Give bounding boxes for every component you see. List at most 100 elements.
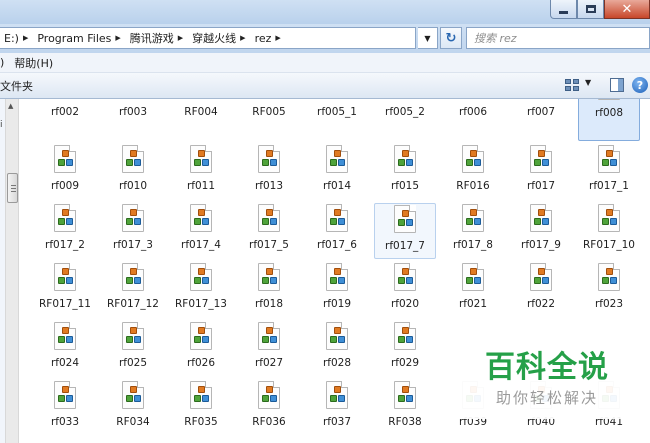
file-name: RF034 bbox=[116, 416, 150, 428]
grip-line bbox=[11, 185, 16, 186]
file-item[interactable]: rf005_2 bbox=[374, 99, 436, 141]
file-item[interactable]: rf010 bbox=[102, 144, 164, 200]
file-item[interactable]: RF017_10 bbox=[578, 203, 640, 259]
file-icon bbox=[598, 145, 620, 173]
file-item[interactable]: rf017_1 bbox=[578, 144, 640, 200]
close-button[interactable]: ✕ bbox=[604, 0, 650, 19]
file-item[interactable]: rf017_2 bbox=[34, 203, 96, 259]
file-item[interactable]: rf022 bbox=[510, 262, 572, 318]
minimize-button[interactable] bbox=[550, 0, 577, 19]
file-item[interactable]: rf003 bbox=[102, 99, 164, 141]
address-bar[interactable]: E:) ▶ Program Files ▶ 腾讯游戏 ▶ 穿越火线 ▶ rez ▶ bbox=[0, 27, 416, 49]
file-item[interactable]: rf009 bbox=[34, 144, 96, 200]
file-item[interactable]: rf019 bbox=[306, 262, 368, 318]
file-icon bbox=[54, 381, 76, 409]
chevron-right-icon[interactable]: ▶ bbox=[275, 34, 280, 42]
file-item[interactable]: RF036 bbox=[238, 380, 300, 436]
new-folder-button[interactable]: 文件夹 bbox=[0, 73, 33, 99]
file-icon bbox=[122, 381, 144, 409]
file-item[interactable]: rf015 bbox=[374, 144, 436, 200]
scroll-thumb[interactable] bbox=[7, 173, 18, 203]
file-item[interactable]: rf006 bbox=[442, 99, 504, 141]
file-icon bbox=[122, 263, 144, 291]
file-item[interactable]: rf020 bbox=[374, 262, 436, 318]
file-item[interactable]: RF016 bbox=[442, 144, 504, 200]
navigation-pane-edge-text: i bbox=[0, 120, 3, 130]
file-item[interactable]: rf033 bbox=[34, 380, 96, 436]
file-item[interactable]: rf025 bbox=[102, 321, 164, 377]
command-bar: 文件夹 ▼ ? bbox=[0, 73, 650, 99]
file-icon bbox=[462, 263, 484, 291]
chevron-right-icon[interactable]: ▶ bbox=[23, 34, 28, 42]
file-item[interactable]: RF004 bbox=[170, 99, 232, 141]
chevron-right-icon[interactable]: ▶ bbox=[178, 34, 183, 42]
file-item[interactable]: rf008 bbox=[578, 99, 640, 141]
file-item[interactable]: rf005_1 bbox=[306, 99, 368, 141]
file-item[interactable]: RF017_11 bbox=[34, 262, 96, 318]
file-name: rf003 bbox=[118, 106, 148, 118]
file-item[interactable]: rf002 bbox=[34, 99, 96, 141]
file-item[interactable]: rf023 bbox=[578, 262, 640, 318]
file-name: rf017_2 bbox=[45, 239, 85, 251]
file-item[interactable]: rf026 bbox=[170, 321, 232, 377]
file-item[interactable]: rf018 bbox=[238, 262, 300, 318]
file-item[interactable]: RF017_13 bbox=[170, 262, 232, 318]
change-view-button[interactable] bbox=[564, 78, 580, 92]
file-item[interactable]: rf021 bbox=[442, 262, 504, 318]
breadcrumb-tencent-games[interactable]: 腾讯游戏 ▶ bbox=[127, 28, 189, 48]
file-item[interactable]: RF034 bbox=[102, 380, 164, 436]
breadcrumb-program-files[interactable]: Program Files ▶ bbox=[34, 28, 126, 48]
file-name: rf017_4 bbox=[181, 239, 221, 251]
navigation-pane-scrollbar[interactable]: ▲ bbox=[5, 99, 19, 443]
file-item[interactable]: rf011 bbox=[170, 144, 232, 200]
file-item[interactable]: rf014 bbox=[306, 144, 368, 200]
file-item[interactable]: rf028 bbox=[306, 321, 368, 377]
file-name: rf005_2 bbox=[385, 106, 425, 118]
maximize-button[interactable] bbox=[577, 0, 604, 19]
file-name: rf009 bbox=[50, 180, 80, 192]
refresh-button[interactable]: ↻ bbox=[440, 27, 462, 49]
search-input[interactable]: 搜索 rez bbox=[466, 27, 650, 49]
file-item[interactable]: RF005 bbox=[238, 99, 300, 141]
file-name: rf017_9 bbox=[521, 239, 561, 251]
file-item[interactable]: rf007 bbox=[510, 99, 572, 141]
file-item[interactable]: RF038 bbox=[374, 380, 436, 436]
file-item[interactable]: rf029 bbox=[374, 321, 436, 377]
explorer-window: ✕ E:) ▶ Program Files ▶ 腾讯游戏 ▶ 穿越火线 ▶ rez ▶ ▼… bbox=[0, 0, 650, 443]
file-item[interactable]: rf013 bbox=[238, 144, 300, 200]
breadcrumb-drive[interactable]: E:) ▶ bbox=[1, 28, 34, 48]
file-name: rf013 bbox=[254, 180, 284, 192]
address-history-button[interactable]: ▼ bbox=[418, 27, 438, 49]
file-item[interactable]: rf017_5 bbox=[238, 203, 300, 259]
file-item[interactable]: rf017_7 bbox=[374, 203, 436, 259]
file-icon bbox=[326, 145, 348, 173]
menu-item-tools[interactable]: ) bbox=[0, 56, 9, 69]
scroll-up-icon[interactable]: ▲ bbox=[8, 102, 13, 110]
file-item[interactable]: rf017_9 bbox=[510, 203, 572, 259]
file-item[interactable]: rf027 bbox=[238, 321, 300, 377]
file-name: rf033 bbox=[50, 416, 80, 428]
view-options-dropdown[interactable]: ▼ bbox=[585, 78, 591, 87]
file-item[interactable]: RF017_12 bbox=[102, 262, 164, 318]
file-item[interactable]: rf037 bbox=[306, 380, 368, 436]
file-item[interactable]: rf017_8 bbox=[442, 203, 504, 259]
file-icon bbox=[190, 322, 212, 350]
breadcrumb-crossfire[interactable]: 穿越火线 ▶ bbox=[189, 28, 251, 48]
file-item[interactable]: RF035 bbox=[170, 380, 232, 436]
menu-bar: ) 帮助(H) bbox=[0, 53, 650, 73]
help-button[interactable]: ? bbox=[632, 77, 648, 93]
file-item[interactable]: rf017 bbox=[510, 144, 572, 200]
file-icon bbox=[394, 381, 416, 409]
chevron-right-icon[interactable]: ▶ bbox=[240, 34, 245, 42]
file-item[interactable]: rf024 bbox=[34, 321, 96, 377]
file-item[interactable]: rf017_3 bbox=[102, 203, 164, 259]
file-name: rf022 bbox=[526, 298, 556, 310]
file-icon bbox=[598, 99, 620, 100]
breadcrumb-rez[interactable]: rez ▶ bbox=[252, 28, 287, 48]
menu-item-help[interactable]: 帮助(H) bbox=[9, 55, 58, 71]
file-name: rf017_1 bbox=[589, 180, 629, 192]
file-item[interactable]: rf017_6 bbox=[306, 203, 368, 259]
file-item[interactable]: rf017_4 bbox=[170, 203, 232, 259]
chevron-right-icon[interactable]: ▶ bbox=[115, 34, 120, 42]
preview-pane-button[interactable] bbox=[610, 78, 624, 92]
